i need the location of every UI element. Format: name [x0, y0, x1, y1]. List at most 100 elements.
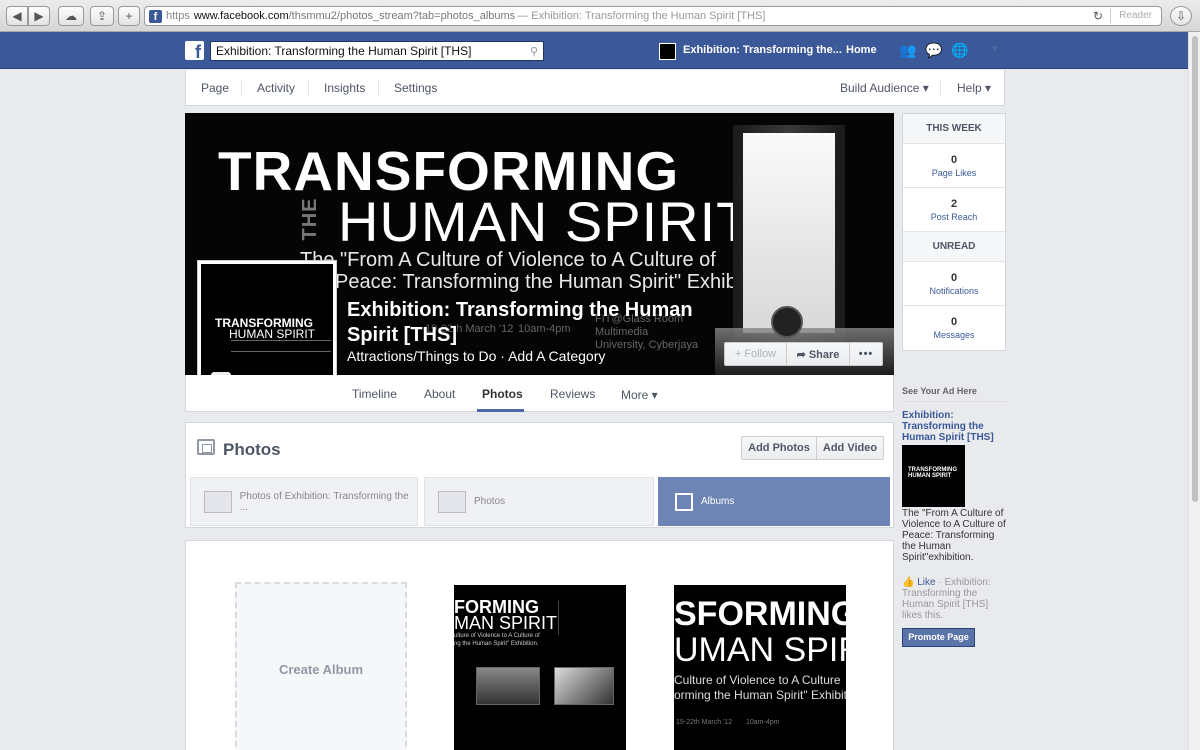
cover-door-light — [743, 133, 835, 333]
home-link[interactable]: Home — [835, 44, 877, 56]
page-likes-label: Page Likes — [931, 168, 977, 178]
notifications-stat[interactable]: 0 Notifications — [903, 262, 1005, 306]
album-text: ulture of Violence to A Culture of — [454, 633, 540, 639]
tab-timeline[interactable]: Timeline — [352, 387, 397, 401]
cover-title-line2: HUMAN SPIRIT — [338, 190, 752, 253]
album-inner-image — [554, 667, 614, 705]
new-tab-button[interactable]: + — [118, 6, 140, 26]
facebook-logo-icon[interactable]: f — [185, 41, 204, 60]
tab-reviews[interactable]: Reviews — [550, 387, 595, 401]
add-video-button[interactable]: Add Video — [816, 436, 884, 460]
url-path: /thsmmu2/photos_stream?tab=photos_albums — [288, 10, 516, 22]
nav-insights[interactable]: Insights — [324, 81, 365, 95]
nav-divider — [241, 79, 242, 97]
post-reach-count: 2 — [950, 198, 958, 210]
nav-divider — [378, 79, 379, 97]
albums-grid: Create Album FORMING MAN SPIRIT ulture o… — [185, 540, 894, 750]
tab-albums[interactable]: Albums — [658, 477, 890, 526]
follow-button[interactable]: + Follow — [724, 342, 787, 366]
post-reach-stat[interactable]: 2 Post Reach — [903, 188, 1005, 232]
url-domain: www.facebook.com — [193, 10, 289, 22]
account-menu-chevron-icon[interactable]: ▼ — [986, 42, 1004, 58]
cover-title-the: THE — [299, 197, 321, 241]
promote-page-button[interactable]: Promote Page — [902, 628, 975, 647]
unread-heading: UNREAD — [903, 232, 1005, 262]
cover-actions: + Follow ➦ Share ••• — [724, 342, 883, 366]
help-menu[interactable]: Help ▾ — [957, 81, 991, 95]
icloud-tabs-button[interactable]: ☁ — [58, 6, 84, 26]
search-input[interactable]: Exhibition: Transforming the Human Spiri… — [210, 41, 544, 61]
more-options-button[interactable]: ••• — [850, 342, 883, 366]
album-text: UMAN SPIRI — [674, 631, 846, 669]
build-audience-menu[interactable]: Build Audience ▾ — [840, 81, 929, 95]
ad-image-text: TRANSFORMING HUMAN SPIRIT — [908, 467, 957, 479]
page-scrollbar[interactable] — [1188, 32, 1200, 750]
page-shortcut-link[interactable]: Exhibition: Transforming the... — [683, 44, 842, 56]
post-reach-label: Post Reach — [930, 212, 978, 222]
browser-toolbar: ◀ ▶ ☁ ⇪ + f https www.facebook.com /thsm… — [0, 0, 1200, 32]
reader-button[interactable]: Reader — [1110, 9, 1160, 23]
page-likes-count: 0 — [950, 154, 958, 166]
notifications-count: 0 — [950, 272, 958, 284]
nav-activity[interactable]: Activity — [257, 81, 295, 95]
album-thumbnail[interactable]: SFORMING UMAN SPIRI Culture of Violence … — [674, 585, 846, 750]
page-category[interactable]: Attractions/Things to Do · Add A Categor… — [347, 348, 605, 364]
cover-subtitle-line1: The "From A Culture of Violence to A Cul… — [300, 249, 716, 271]
ad-like-line: 👍 Like · Exhibition: Transforming the Hu… — [902, 577, 1006, 621]
facebook-top-bar: f Exhibition: Transforming the Human Spi… — [0, 32, 1188, 69]
album-inner-image — [476, 667, 540, 705]
album-text: 19-22th March '12 — [676, 719, 733, 726]
tab-about[interactable]: About — [424, 387, 455, 401]
album-thumbnail[interactable]: FORMING MAN SPIRIT ulture of Violence to… — [454, 585, 626, 750]
page-name[interactable]: Exhibition: Transforming the Human Spiri… — [347, 298, 707, 348]
album-text: orming the Human Spirit" Exhibiti — [674, 688, 846, 702]
thumbs-up-icon: 👍 — [902, 577, 915, 588]
nav-settings[interactable]: Settings — [394, 81, 437, 95]
downloads-button[interactable]: ⇩ — [1170, 6, 1192, 26]
page-admin-nav: Page Activity Insights Settings Build Au… — [185, 70, 1005, 106]
nav-divider — [308, 79, 309, 97]
share-page-button[interactable]: ➦ Share — [787, 342, 850, 366]
tab-photos[interactable]: Photos — [482, 387, 523, 401]
url-page-title: — Exhibition: Transforming the Human Spi… — [517, 10, 766, 22]
add-photos-button[interactable]: Add Photos — [741, 436, 817, 460]
photos-icon — [197, 439, 215, 455]
tab-photos-of-page[interactable]: Photos of Exhibition: Transforming the .… — [190, 477, 418, 526]
profile-title-line2: HUMAN SPIRIT — [229, 327, 316, 341]
album-quote-block — [558, 601, 614, 635]
reload-icon[interactable]: ↻ — [1093, 9, 1103, 23]
url-scheme: https — [166, 10, 190, 22]
tab-page-photos[interactable]: Photos — [424, 477, 654, 526]
this-week-heading: THIS WEEK — [903, 114, 1005, 144]
album-text: 10am-4pm — [746, 719, 780, 726]
ad-heading: See Your Ad Here — [902, 386, 977, 396]
ad-title[interactable]: Exhibition: Transforming the Human Spiri… — [902, 410, 1006, 443]
tab-more[interactable]: More ▾ — [621, 388, 658, 402]
page-likes-stat[interactable]: 0 Page Likes — [903, 144, 1005, 188]
ad-image[interactable]: TRANSFORMING HUMAN SPIRIT — [902, 445, 965, 507]
ad-divider — [902, 401, 1006, 402]
notifications-globe-icon[interactable]: 🌐 — [951, 42, 969, 58]
ad-like-link[interactable]: Like — [917, 577, 935, 588]
this-week-panel: THIS WEEK 0 Page Likes 2 Post Reach UNRE… — [902, 113, 1006, 351]
create-album-button[interactable]: Create Album — [235, 582, 407, 750]
photos-stack-icon — [438, 490, 466, 513]
share-button[interactable]: ⇪ — [90, 6, 114, 26]
page-thumbnail[interactable] — [659, 43, 676, 60]
nav-page[interactable]: Page — [201, 81, 229, 95]
forward-button[interactable]: ▶ — [28, 6, 50, 26]
back-button[interactable]: ◀ — [6, 6, 28, 26]
album-text: SFORMING — [674, 595, 846, 633]
tab-page-photos-label: Photos — [474, 496, 506, 507]
photos-title: Photos — [223, 440, 281, 459]
tab-albums-label: Albums — [701, 496, 735, 507]
scrollbar-thumb[interactable] — [1192, 36, 1198, 502]
create-album-label: Create Album — [278, 662, 364, 677]
search-icon[interactable]: ⚲ — [530, 43, 538, 61]
messages-icon[interactable]: 💬 — [925, 42, 943, 58]
address-bar[interactable]: f https www.facebook.com /thsmmu2/photos… — [144, 6, 1162, 26]
radiation-symbol-icon — [771, 306, 803, 338]
friend-requests-icon[interactable]: 👥 — [899, 42, 917, 58]
messages-stat[interactable]: 0 Messages — [903, 306, 1005, 350]
facebook-favicon-icon: f — [149, 9, 162, 23]
